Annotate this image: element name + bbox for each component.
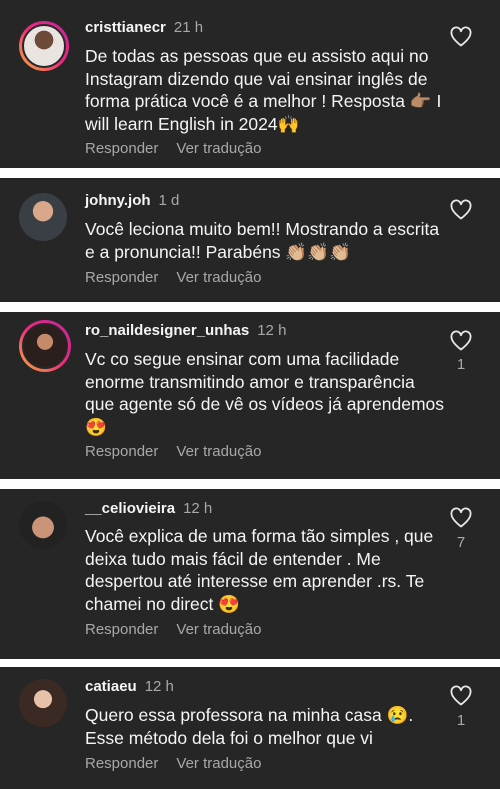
comment-card: ro_naildesigner_unhas 12 h Vc co segue en… [0,312,500,479]
translate-button[interactable]: Ver tradução [176,755,261,772]
translate-button[interactable]: Ver tradução [176,443,261,460]
comment-text: Vc co segue ensinar com uma facilidade e… [85,349,444,437]
comment-time: 21 h [173,19,204,36]
heart-outline-icon[interactable] [449,198,473,222]
comment-time: 1 d [158,192,180,209]
comment-card: catiaeu 12 h Quero essa professora na min… [0,667,500,789]
comment-username[interactable]: ro_naildesigner_unhas [85,322,249,339]
comment-text: Quero essa professora na minha casa 😢. E… [85,705,414,748]
translate-button[interactable]: Ver tradução [176,269,261,286]
heart-outline-icon[interactable] [449,329,473,353]
reply-button[interactable]: Responder [85,269,158,286]
avatar[interactable] [19,501,67,549]
heart-outline-icon[interactable] [449,684,473,708]
comment-username[interactable]: __celiovieira [85,500,175,517]
like-count: 7 [456,534,466,551]
reply-button[interactable]: Responder [85,755,158,772]
comment-time: 12 h [257,322,287,339]
like-count: 1 [456,712,466,729]
avatar[interactable] [19,679,67,727]
comment-username[interactable]: catiaeu [85,678,137,695]
reply-button[interactable]: Responder [85,621,158,638]
avatar[interactable] [19,193,67,241]
heart-outline-icon[interactable] [449,25,473,49]
reply-button[interactable]: Responder [85,443,158,460]
comment-card: cristtianecr 21 h De todas as pessoas que… [0,0,500,168]
avatar[interactable] [19,21,69,71]
heart-outline-icon[interactable] [449,506,473,530]
comment-time: 12 h [183,500,213,517]
comment-time: 12 h [144,678,174,695]
comment-card: johny.joh 1 d Você leciona muito bem!! Mo… [0,178,500,302]
comment-username[interactable]: johny.joh [85,192,151,209]
like-count: 1 [456,356,466,373]
translate-button[interactable]: Ver tradução [176,140,261,157]
translate-button[interactable]: Ver tradução [176,621,261,638]
comment-text: Você explica de uma forma tão simples , … [85,526,434,614]
comment-username[interactable]: cristtianecr [85,19,166,36]
comment-text: De todas as pessoas que eu assisto aqui … [85,46,442,134]
avatar[interactable] [19,320,71,372]
reply-button[interactable]: Responder [85,140,158,157]
comment-card: __celiovieira 12 h Você explica de uma fo… [0,489,500,659]
comment-text: Você leciona muito bem!! Mostrando a esc… [85,219,440,262]
